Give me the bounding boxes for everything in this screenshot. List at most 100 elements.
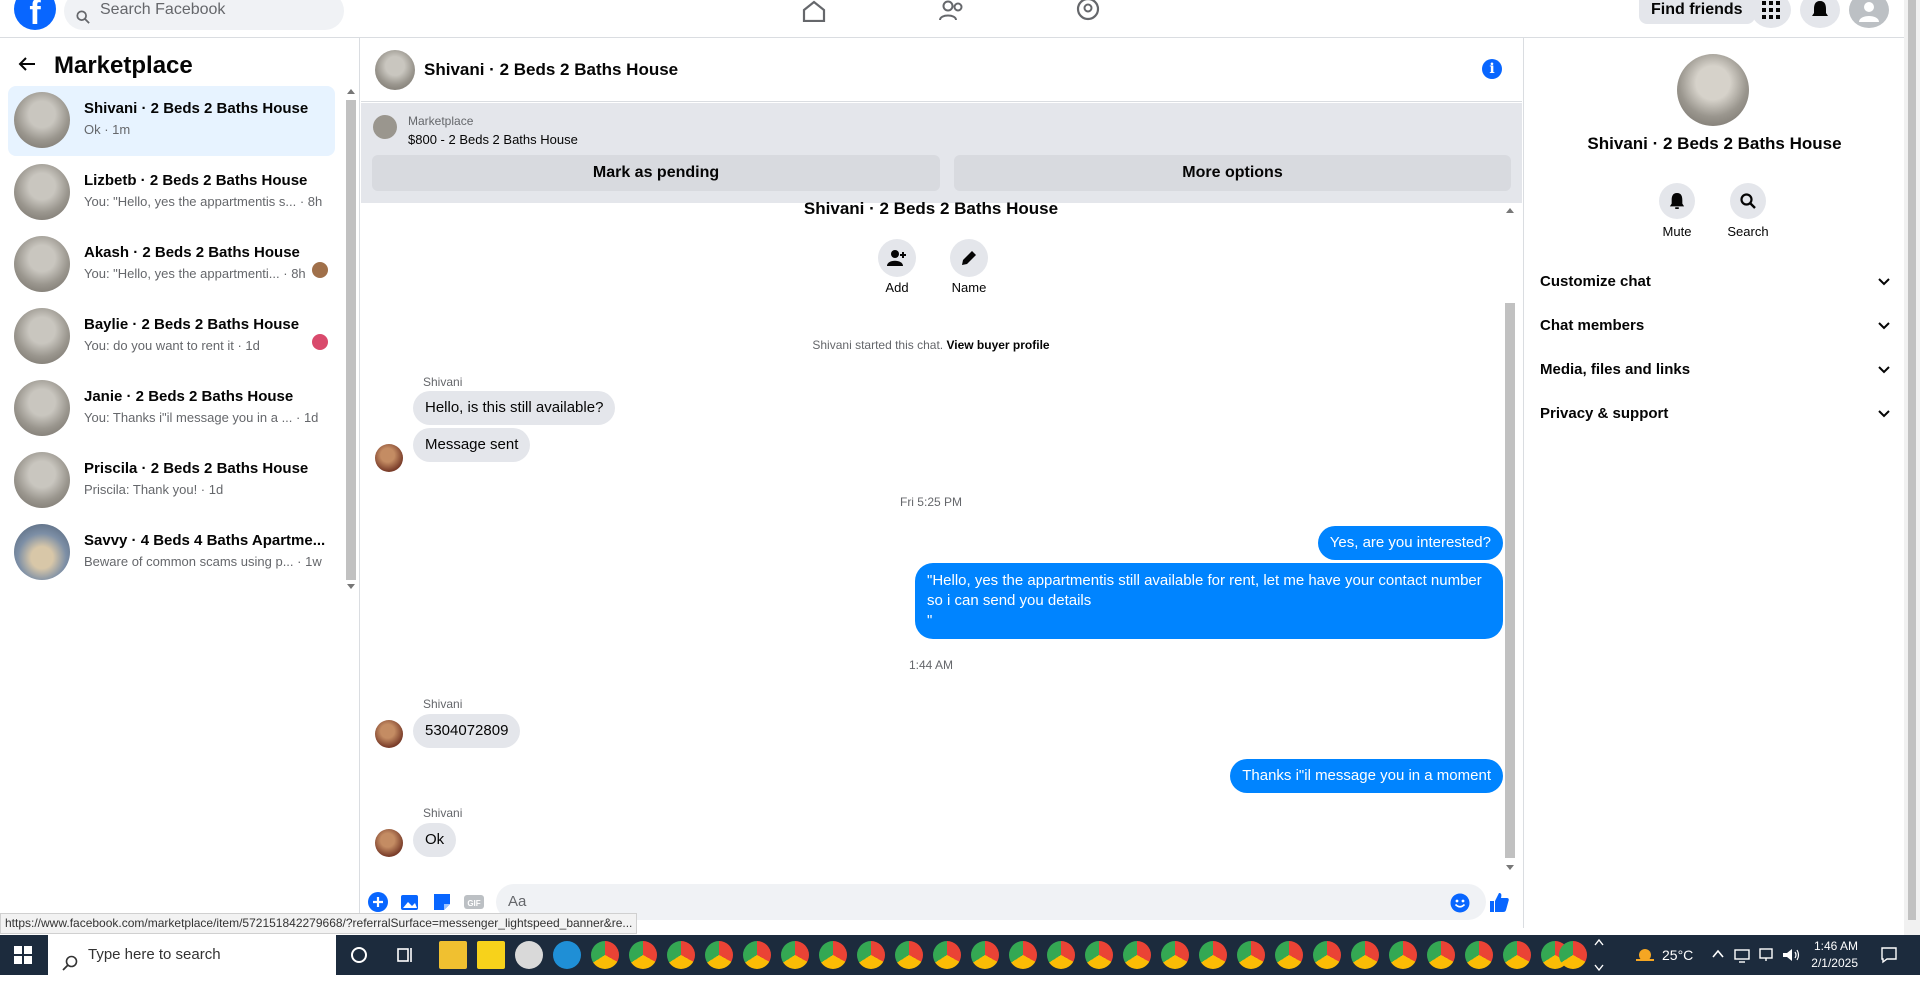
chrome-icon[interactable] bbox=[1161, 941, 1189, 969]
chrome-icon[interactable] bbox=[1503, 941, 1531, 969]
scroll-up-arrow-icon[interactable] bbox=[1506, 207, 1514, 215]
chrome-icon[interactable] bbox=[933, 941, 961, 969]
search-conversation-button[interactable] bbox=[1730, 183, 1766, 219]
display-icon[interactable] bbox=[1758, 947, 1774, 968]
chrome-icon[interactable] bbox=[1427, 941, 1455, 969]
customize-chat-section[interactable]: Customize chat bbox=[1540, 260, 1890, 304]
conversation-item[interactable]: Baylie · 2 Beds 2 Baths House You: do yo… bbox=[8, 302, 335, 372]
chrome-icon[interactable] bbox=[1313, 941, 1341, 969]
mark-as-pending-button[interactable]: Mark as pending bbox=[372, 155, 940, 191]
conversation-item[interactable]: Lizbetb · 2 Beds 2 Baths House You: "Hel… bbox=[8, 158, 335, 228]
back-arrow-icon[interactable] bbox=[18, 56, 36, 77]
scrollbar-thumb[interactable] bbox=[1505, 303, 1515, 858]
chrome-icon[interactable] bbox=[591, 941, 619, 969]
find-friends-button[interactable]: Find friends bbox=[1639, 0, 1755, 24]
scroll-up-arrow-icon[interactable] bbox=[347, 88, 355, 96]
outgoing-message-multiline[interactable]: "Hello, yes the appartmentis still avail… bbox=[915, 563, 1503, 639]
chrome-icon[interactable] bbox=[819, 941, 847, 969]
chrome-icon[interactable] bbox=[1047, 941, 1075, 969]
emoji-icon[interactable] bbox=[1450, 893, 1472, 915]
conversation-item[interactable]: Savvy · 4 Beds 4 Baths Apartme... Beware… bbox=[8, 518, 335, 588]
sender-avatar[interactable] bbox=[375, 720, 403, 748]
sender-avatar[interactable] bbox=[375, 829, 403, 857]
task-view-icon[interactable] bbox=[396, 946, 416, 969]
groups-icon[interactable] bbox=[1068, 0, 1108, 26]
chrome-icon[interactable] bbox=[743, 941, 771, 969]
scroll-down-arrow-icon[interactable] bbox=[1506, 863, 1514, 871]
chat-title[interactable]: Shivani · 2 Beds 2 Baths House bbox=[424, 60, 678, 80]
photo-icon[interactable] bbox=[399, 891, 421, 913]
conversation-item[interactable]: Shivani · 2 Beds 2 Baths House Ok · 1m bbox=[8, 86, 335, 156]
chrome-icon[interactable] bbox=[1199, 941, 1227, 969]
show-hidden-icons-chevron-up-icon[interactable] bbox=[1712, 947, 1724, 966]
conversation-item[interactable]: Akash · 2 Beds 2 Baths House You: "Hello… bbox=[8, 230, 335, 300]
add-person-button[interactable] bbox=[878, 239, 916, 277]
edge-icon[interactable] bbox=[553, 941, 581, 969]
chat-avatar[interactable] bbox=[375, 50, 415, 90]
window-scrollbar[interactable] bbox=[1904, 0, 1920, 935]
windows-start-icon[interactable] bbox=[14, 946, 32, 969]
chat-members-section[interactable]: Chat members bbox=[1540, 304, 1890, 348]
chrome-icon[interactable] bbox=[971, 941, 999, 969]
app-icon[interactable] bbox=[515, 941, 543, 969]
scroll-down-arrow-icon[interactable] bbox=[347, 582, 355, 590]
file-explorer-icon[interactable] bbox=[439, 941, 467, 969]
weather-icon[interactable] bbox=[1634, 945, 1656, 970]
account-icon[interactable] bbox=[1849, 0, 1889, 28]
view-buyer-profile-link[interactable]: View buyer profile bbox=[946, 338, 1049, 352]
weather-temp[interactable]: 25°C bbox=[1662, 947, 1693, 963]
bell-icon[interactable] bbox=[1800, 0, 1840, 28]
chrome-icon[interactable] bbox=[1351, 941, 1379, 969]
chrome-icon[interactable] bbox=[1009, 941, 1037, 969]
chrome-icon[interactable] bbox=[629, 941, 657, 969]
sticker-icon[interactable] bbox=[431, 891, 453, 913]
chrome-icon[interactable] bbox=[895, 941, 923, 969]
incoming-message[interactable]: Ok bbox=[413, 823, 457, 857]
media-files-links-section[interactable]: Media, files and links bbox=[1540, 348, 1890, 392]
chrome-icon[interactable] bbox=[1123, 941, 1151, 969]
name-button[interactable] bbox=[950, 239, 988, 277]
gif-icon[interactable]: GIF bbox=[463, 891, 485, 913]
cortana-icon[interactable] bbox=[350, 946, 368, 969]
sticky-notes-icon[interactable] bbox=[477, 941, 505, 969]
facebook-search-input[interactable]: Search Facebook bbox=[64, 0, 344, 30]
incoming-message[interactable]: Hello, is this still available? bbox=[413, 391, 616, 425]
network-icon[interactable] bbox=[1734, 947, 1750, 968]
menu-grid-icon[interactable] bbox=[1751, 0, 1791, 28]
listing-price-title[interactable]: $800 - 2 Beds 2 Baths House bbox=[408, 132, 578, 147]
taskbar-clock[interactable]: 1:46 AM 2/1/2025 bbox=[1808, 938, 1858, 972]
home-icon[interactable] bbox=[794, 0, 834, 26]
volume-icon[interactable] bbox=[1782, 947, 1800, 968]
chrome-icon[interactable] bbox=[1465, 941, 1493, 969]
message-input[interactable]: Aa bbox=[496, 884, 1486, 920]
conversation-item[interactable]: Janie · 2 Beds 2 Baths House You: Thanks… bbox=[8, 374, 335, 444]
conversation-item[interactable]: Priscila · 2 Beds 2 Baths House Priscila… bbox=[8, 446, 335, 516]
chrome-icon[interactable] bbox=[1237, 941, 1265, 969]
chrome-icon[interactable] bbox=[1275, 941, 1303, 969]
mute-button[interactable] bbox=[1659, 183, 1695, 219]
chrome-icon[interactable] bbox=[667, 941, 695, 969]
incoming-message[interactable]: Message sent bbox=[413, 428, 531, 462]
outgoing-message[interactable]: Thanks i"il message you in a moment bbox=[1230, 759, 1503, 793]
chat-scrollbar[interactable] bbox=[1503, 203, 1517, 873]
taskbar-search-input[interactable]: Type here to search bbox=[48, 935, 336, 975]
taskbar-overflow-scroll[interactable] bbox=[1594, 937, 1604, 973]
listing-avatar[interactable] bbox=[1677, 54, 1749, 126]
chrome-icon[interactable] bbox=[857, 941, 885, 969]
plus-circle-icon[interactable] bbox=[367, 891, 389, 913]
friends-icon[interactable] bbox=[932, 0, 972, 26]
sidebar-scrollbar[interactable] bbox=[346, 88, 356, 590]
facebook-logo[interactable]: f bbox=[14, 0, 56, 32]
chrome-icon[interactable] bbox=[781, 941, 809, 969]
chrome-icon[interactable] bbox=[705, 941, 733, 969]
chrome-icon[interactable] bbox=[1389, 941, 1417, 969]
chrome-icon[interactable] bbox=[1559, 941, 1587, 969]
scrollbar-thumb[interactable] bbox=[346, 100, 356, 580]
notifications-icon[interactable] bbox=[1880, 946, 1898, 969]
outgoing-message[interactable]: Yes, are you interested? bbox=[1317, 526, 1503, 560]
more-options-button[interactable]: More options bbox=[954, 155, 1511, 191]
chrome-icon[interactable] bbox=[1085, 941, 1113, 969]
thumbs-up-icon[interactable] bbox=[1488, 891, 1510, 913]
incoming-message[interactable]: 5304072809 bbox=[413, 714, 521, 748]
info-icon[interactable]: i bbox=[1482, 59, 1502, 79]
